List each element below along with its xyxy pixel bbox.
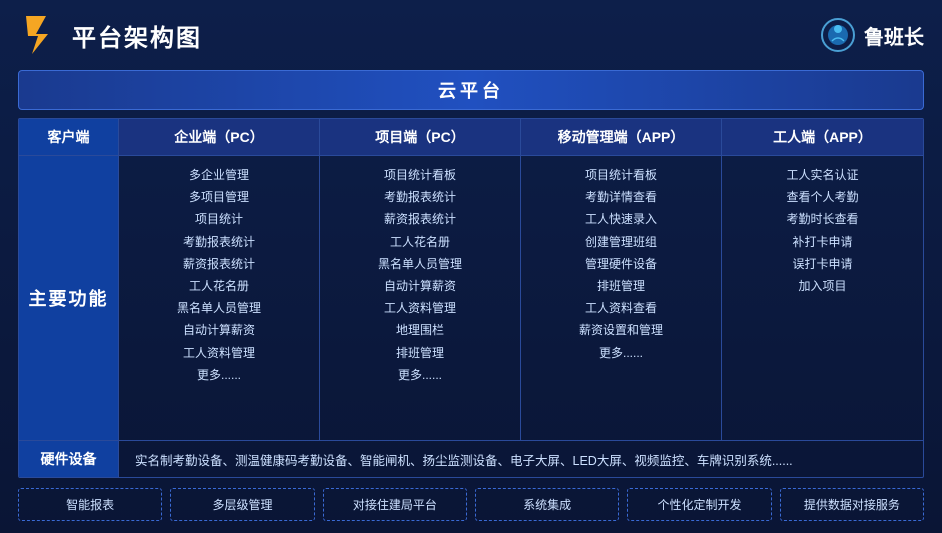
brand-logo: 鲁班长	[820, 17, 924, 53]
feature-item: 考勤时长查看	[734, 210, 911, 229]
feature-item: 考勤详情查看	[533, 188, 709, 207]
col-headers-row: 客户端 企业端（PC） 项目端（PC） 移动管理端（APP） 工人端（APP）	[19, 119, 923, 156]
feature-item: 更多......	[533, 344, 709, 363]
feature-item: 考勤报表统计	[332, 188, 508, 207]
feature-item: 工人资料管理	[131, 344, 307, 363]
feature-item: 工人花名册	[131, 277, 307, 296]
feature-item: 工人资料查看	[533, 299, 709, 318]
header: 平台架构图 鲁班长	[18, 10, 924, 62]
project-features-cell: 项目统计看板考勤报表统计薪资报表统计工人花名册黑名单人员管理自动计算薪资工人资料…	[320, 156, 521, 440]
hardware-row: 硬件设备 实名制考勤设备、测温健康码考勤设备、智能闸机、扬尘监测设备、电子大屏、…	[19, 440, 923, 477]
feature-item: 更多......	[332, 366, 508, 385]
feature-item: 项目统计看板	[332, 166, 508, 185]
cloud-platform-bar: 云平台	[18, 70, 924, 110]
feature-item: 地理围栏	[332, 321, 508, 340]
brand-name: 鲁班长	[864, 21, 924, 50]
feature-item: 补打卡申请	[734, 233, 911, 252]
feature-item: 多企业管理	[131, 166, 307, 185]
worker-features-cell: 工人实名认证查看个人考勤考勤时长查看补打卡申请误打卡申请加入项目	[722, 156, 923, 440]
bottom-item: 个性化定制开发	[627, 488, 771, 521]
feature-item: 薪资设置和管理	[533, 321, 709, 340]
feature-item: 工人实名认证	[734, 166, 911, 185]
col-header-worker: 工人端（APP）	[722, 119, 923, 156]
bottom-item: 系统集成	[475, 488, 619, 521]
feature-item: 考勤报表统计	[131, 233, 307, 252]
feature-item: 排班管理	[332, 344, 508, 363]
feature-item: 薪资报表统计	[131, 255, 307, 274]
mobile-features-cell: 项目统计看板考勤详情查看工人快速录入创建管理班组管理硬件设备排班管理工人资料查看…	[521, 156, 722, 440]
feature-item: 项目统计	[131, 210, 307, 229]
feature-item: 自动计算薪资	[332, 277, 508, 296]
feature-item: 黑名单人员管理	[332, 255, 508, 274]
feature-item: 工人快速录入	[533, 210, 709, 229]
bottom-row: 智能报表多层级管理对接住建局平台系统集成个性化定制开发提供数据对接服务	[18, 488, 924, 521]
feature-item: 薪资报表统计	[332, 210, 508, 229]
feature-item: 加入项目	[734, 277, 911, 296]
hardware-content: 实名制考勤设备、测温健康码考勤设备、智能闸机、扬尘监测设备、电子大屏、LED大屏…	[119, 441, 923, 477]
col-header-client: 客户端	[19, 119, 119, 156]
header-left: 平台架构图	[18, 14, 202, 56]
cloud-platform-label: 云平台	[438, 81, 504, 101]
page-title: 平台架构图	[72, 18, 202, 53]
enterprise-features-cell: 多企业管理多项目管理项目统计考勤报表统计薪资报表统计工人花名册黑名单人员管理自动…	[119, 156, 320, 440]
feature-item: 工人花名册	[332, 233, 508, 252]
feature-item: 项目统计看板	[533, 166, 709, 185]
feature-item: 黑名单人员管理	[131, 299, 307, 318]
feature-item: 创建管理班组	[533, 233, 709, 252]
logo-icon	[18, 14, 60, 56]
col-header-project: 项目端（PC）	[320, 119, 521, 156]
feature-item: 管理硬件设备	[533, 255, 709, 274]
bottom-item: 多层级管理	[170, 488, 314, 521]
bottom-item: 提供数据对接服务	[780, 488, 924, 521]
col-header-enterprise: 企业端（PC）	[119, 119, 320, 156]
feature-item: 自动计算薪资	[131, 321, 307, 340]
feature-item: 误打卡申请	[734, 255, 911, 274]
bottom-item: 对接住建局平台	[323, 488, 467, 521]
feature-item: 更多......	[131, 366, 307, 385]
main-table: 客户端 企业端（PC） 项目端（PC） 移动管理端（APP） 工人端（APP） …	[18, 118, 924, 478]
main-container: 平台架构图 鲁班长 云平台 客户端 企业端（PC） 项目端（PC）	[0, 0, 942, 533]
content-row: 主要功能 多企业管理多项目管理项目统计考勤报表统计薪资报表统计工人花名册黑名单人…	[19, 156, 923, 440]
col-header-mobile: 移动管理端（APP）	[521, 119, 722, 156]
hardware-label: 硬件设备	[19, 441, 119, 477]
bottom-item: 智能报表	[18, 488, 162, 521]
feature-item: 查看个人考勤	[734, 188, 911, 207]
feature-item: 多项目管理	[131, 188, 307, 207]
row-label-main-features: 主要功能	[19, 156, 119, 440]
brand-icon	[820, 17, 856, 53]
feature-item: 工人资料管理	[332, 299, 508, 318]
feature-item: 排班管理	[533, 277, 709, 296]
